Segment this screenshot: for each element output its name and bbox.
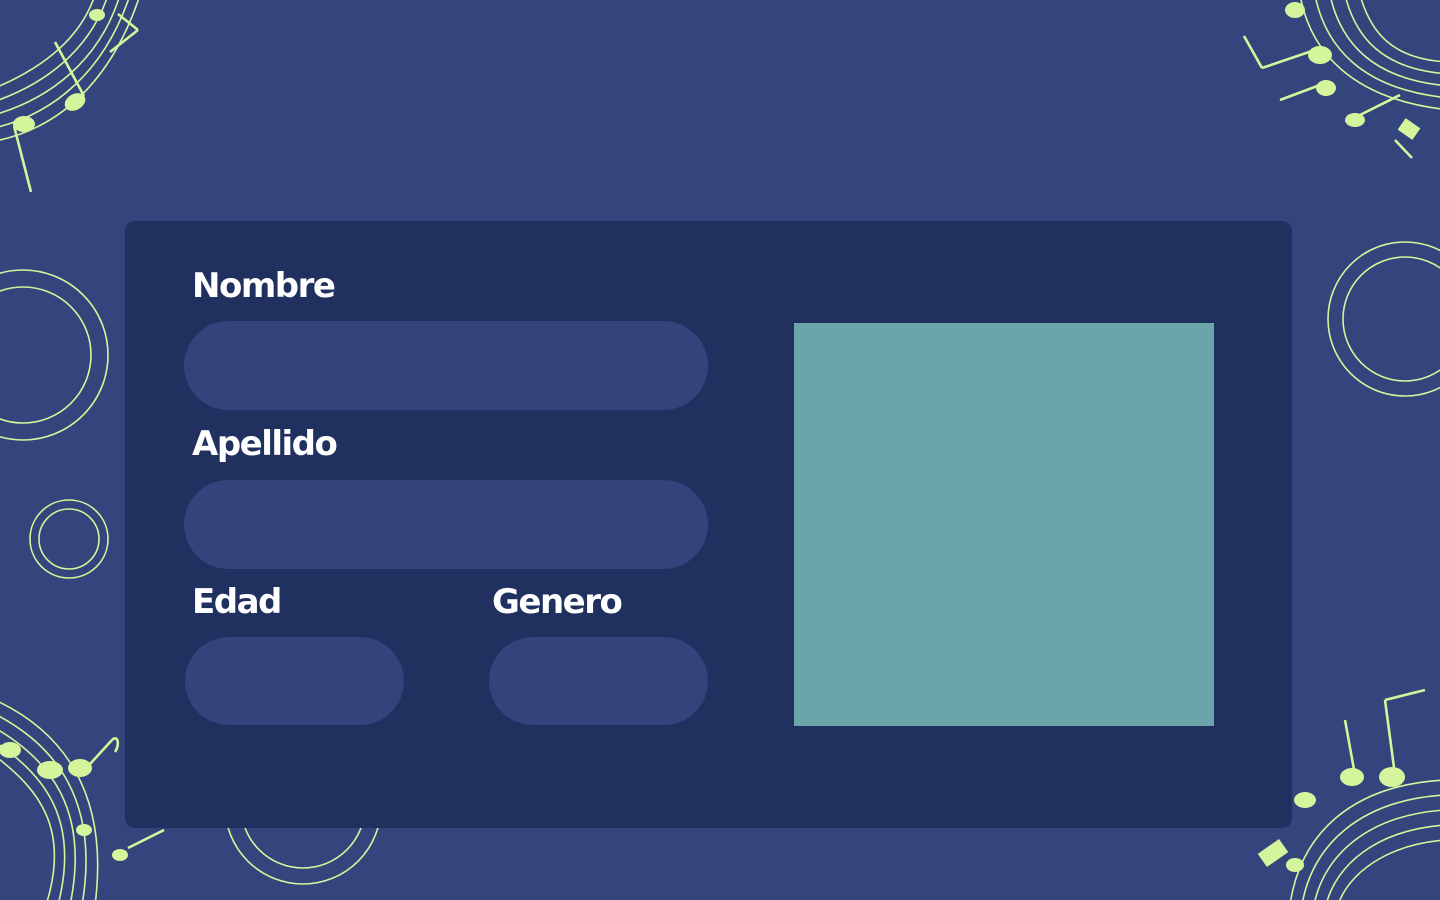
edad-label: Edad (192, 582, 282, 622)
music-staff-icon (0, 0, 140, 193)
genero-input[interactable] (489, 637, 708, 725)
ring-icon (0, 269, 109, 441)
nombre-input[interactable] (184, 321, 708, 410)
music-staff-icon (1242, 0, 1440, 159)
form-card: Nombre Apellido Edad Genero (125, 221, 1292, 828)
page: Nombre Apellido Edad Genero (0, 0, 1440, 900)
nombre-label: Nombre (192, 266, 336, 306)
apellido-label: Apellido (192, 424, 338, 464)
ring-icon (29, 499, 109, 579)
apellido-input[interactable] (184, 480, 708, 569)
photo-placeholder[interactable] (794, 323, 1214, 726)
edad-input[interactable] (185, 637, 404, 725)
ring-icon (1327, 241, 1440, 397)
genero-label: Genero (492, 582, 623, 622)
